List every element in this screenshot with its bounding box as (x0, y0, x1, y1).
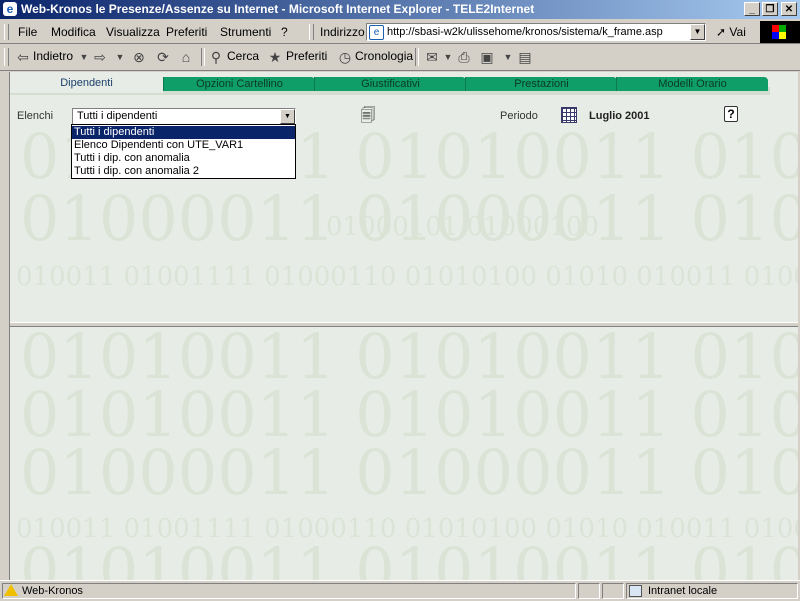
window-title: Web-Kronos le Presenze/Assenze su Intern… (21, 2, 535, 16)
intranet-zone-icon (629, 585, 642, 597)
toolbar-grip[interactable] (4, 48, 9, 66)
print-icon[interactable]: ⎙ (456, 49, 472, 65)
search-button-label[interactable]: Cerca (227, 49, 259, 63)
edit-icon[interactable]: ▣ (479, 49, 495, 65)
menu-edit[interactable]: Modifica (51, 25, 96, 39)
lists-select[interactable]: Tutti i dipendenti ▼ (72, 108, 296, 125)
mail-icon[interactable]: ✉ (424, 49, 440, 65)
forward-arrow-icon[interactable]: ⇨ (92, 49, 108, 65)
favorites-button-label[interactable]: Preferiti (286, 49, 327, 63)
address-field[interactable]: e http://sbasi-w2k/ulissehome/kronos/sis… (366, 23, 706, 41)
dropdown-option[interactable]: Tutti i dip. con anomalia 2 (72, 165, 295, 178)
page-content: 01010011 01010011 01010 01000011 0100001… (10, 72, 800, 580)
favorites-icon[interactable]: ★ (267, 49, 283, 65)
minimize-button[interactable]: _ (744, 2, 760, 16)
back-button-label[interactable]: Indietro (33, 49, 73, 63)
toolbar-grip[interactable] (4, 24, 9, 40)
discuss-icon[interactable]: ▤ (517, 49, 533, 65)
menu-favorites[interactable]: Preferiti (166, 25, 207, 39)
calendar-icon[interactable] (561, 107, 577, 123)
toolbar-grip[interactable] (309, 24, 314, 40)
menu-help[interactable]: ? (281, 25, 288, 39)
close-button[interactable]: ✕ (781, 2, 797, 16)
back-dropdown-icon[interactable]: ▼ (76, 49, 92, 65)
refresh-icon[interactable]: ⟳ (155, 49, 171, 65)
edit-dropdown-icon[interactable]: ▼ (500, 49, 516, 65)
lists-label: Elenchi (17, 110, 54, 122)
go-button[interactable]: ➚ Vai (716, 25, 746, 39)
navigation-toolbar: ⇦ Indietro ▼ ⇨ ▼ ⊗ ⟳ ⌂ ⚲ Cerca ★ Preferi… (0, 44, 800, 71)
address-label: Indirizzo (320, 25, 365, 39)
background-binary: 01010011 01010011 01010 (20, 378, 800, 451)
status-bar: Web-Kronos Intranet locale (0, 580, 800, 601)
lists-dropdown: Tutti i dipendenti Elenco Dipendenti con… (71, 124, 296, 179)
menu-view[interactable]: Visualizza (106, 25, 160, 39)
search-icon[interactable]: ⚲ (208, 49, 224, 65)
toolbar-separator (415, 48, 419, 66)
tab-giustificativi[interactable]: Giustificativi (314, 77, 466, 91)
background-binary: 01010011 01010011 01010 (20, 534, 800, 580)
home-icon[interactable]: ⌂ (178, 49, 194, 65)
background-binary: 01000011 01000011 01000 (20, 436, 800, 509)
background-binary: 010011 01001111 01000110 01010100 01010 … (16, 262, 800, 292)
chevron-down-icon[interactable]: ▼ (280, 109, 295, 124)
maximize-button[interactable]: ❐ (762, 2, 778, 16)
menu-tools[interactable]: Strumenti (220, 25, 271, 39)
menu-bar: File Modifica Visualizza Preferiti Strum… (0, 21, 800, 44)
tab-modelli-orario[interactable]: Modelli Orario (616, 77, 768, 91)
forward-dropdown-icon[interactable]: ▼ (112, 49, 128, 65)
dropdown-option[interactable]: Tutti i dipendenti (72, 126, 295, 139)
security-zone-label: Intranet locale (648, 585, 718, 597)
report-icon[interactable]: 🗐 (359, 107, 377, 125)
title-bar: e Web-Kronos le Presenze/Assenze su Inte… (0, 0, 800, 19)
ie-logo-icon: e (3, 2, 17, 16)
go-label: Vai (729, 25, 746, 39)
background-binary: 01000011 01000011 01000 (20, 182, 800, 255)
status-pane (602, 583, 624, 599)
background-binary: 01000101 01000100 (326, 212, 599, 242)
menu-file[interactable]: File (18, 25, 37, 39)
dropdown-option[interactable]: Tutti i dip. con anomalia (72, 152, 295, 165)
page-icon: e (369, 25, 384, 40)
windows-logo-icon (760, 21, 800, 43)
tab-bar: Dipendenti Opzioni Cartellino Giustifica… (10, 76, 770, 93)
tab-opzioni-cartellino[interactable]: Opzioni Cartellino (163, 77, 315, 91)
period-label: Periodo (500, 110, 538, 122)
address-url[interactable]: http://sbasi-w2k/ulissehome/kronos/siste… (387, 26, 663, 38)
lists-select-value: Tutti i dipendenti (77, 110, 158, 122)
mail-dropdown-icon[interactable]: ▼ (440, 49, 456, 65)
background-binary: 01010011 01010011 01010 (20, 320, 800, 393)
period-value: Luglio 2001 (589, 110, 650, 122)
status-pane (578, 583, 600, 599)
frame-divider[interactable] (10, 322, 800, 327)
help-icon[interactable]: ? (724, 106, 738, 122)
address-dropdown-button[interactable]: ▼ (690, 24, 705, 40)
background-binary: 010011 01001111 01000110 01010100 01010 … (16, 514, 800, 544)
history-button-label[interactable]: Cronologia (355, 49, 413, 63)
stop-icon[interactable]: ⊗ (131, 49, 147, 65)
tab-dipendenti[interactable]: Dipendenti (10, 76, 163, 93)
history-icon[interactable]: ◷ (337, 49, 353, 65)
toolbar-separator (201, 48, 205, 66)
go-arrow-icon: ➚ (716, 25, 727, 39)
back-arrow-icon[interactable]: ⇦ (15, 49, 31, 65)
dropdown-option[interactable]: Elenco Dipendenti con UTE_VAR1 (72, 139, 295, 152)
tab-prestazioni[interactable]: Prestazioni (465, 77, 617, 91)
frame-left-edge (0, 72, 10, 580)
status-pane (2, 583, 576, 599)
